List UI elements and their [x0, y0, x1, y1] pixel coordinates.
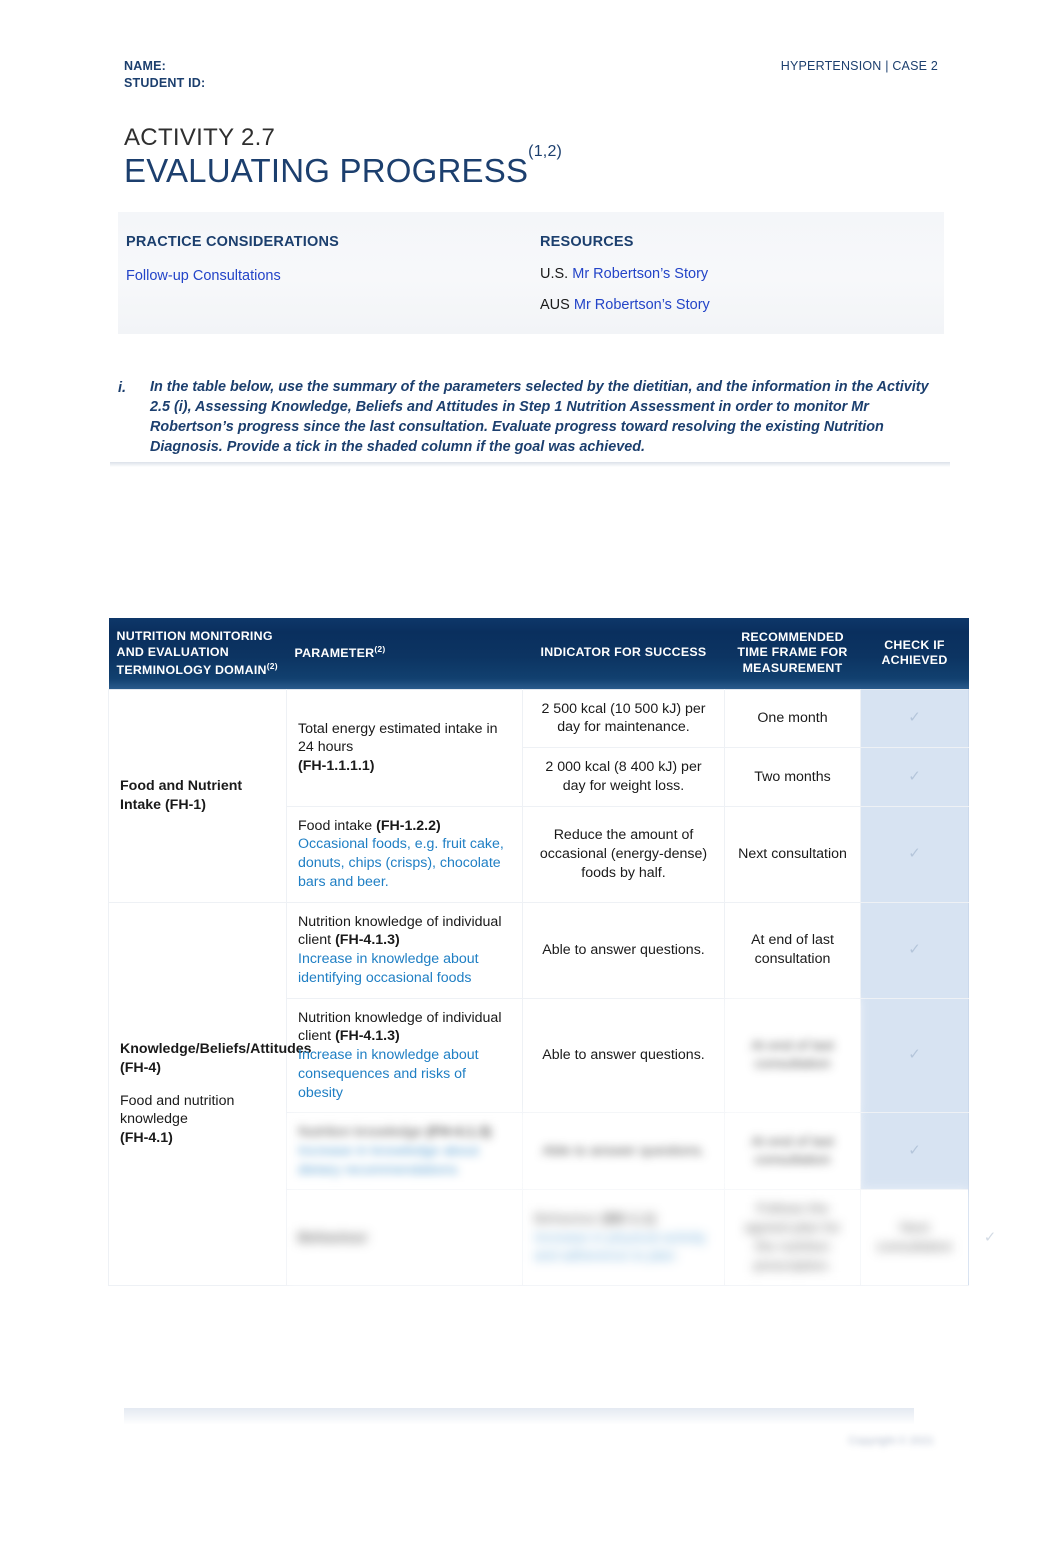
parameter-note: Increase in knowledge about identifying … — [298, 951, 479, 986]
instruction-text: In the table below, use the summary of t… — [150, 379, 929, 455]
check-mark-icon: ✓ — [908, 709, 921, 727]
domain-label-obscured: Behaviour — [298, 1229, 368, 1246]
indicator-cell: Able to answer questions. — [522, 997, 725, 1114]
domain-cell-fh1: Food and Nutrient Intake (FH-1) — [108, 688, 287, 903]
student-id-label: STUDENT ID: — [124, 75, 206, 90]
parameter-note: Increase in knowledge about dietary reco… — [298, 1142, 479, 1178]
resource-link-aus[interactable]: Mr Robertson’s Story — [574, 297, 710, 313]
check-mark-icon: ✓ — [908, 767, 921, 785]
parameter-note: Occasional foods, e.g. fruit cake, donut… — [298, 836, 504, 890]
evaluating-progress-table: NUTRITION MONITORING AND EVALUATION TERM… — [108, 618, 996, 1287]
student-identity-block: NAME: STUDENT ID: — [124, 58, 205, 92]
check-mark-icon: ✓ — [908, 1142, 921, 1160]
table-body: Food and Nutrient Intake (FH-1) Total en… — [108, 688, 996, 1287]
domain-label-fh4: Knowledge/Beliefs/Attitudes (FH-4) — [120, 1041, 312, 1076]
indicator-cell: Able to answer questions. — [522, 901, 725, 999]
check-mark-icon: ✓ — [908, 941, 921, 959]
table-row: Food and Nutrient Intake (FH-1) Total en… — [108, 688, 969, 903]
page-title-text: EVALUATING PROGRESS — [124, 152, 529, 189]
page-header: NAME: STUDENT ID: HYPERTENSION | CASE 2 — [124, 58, 938, 92]
column-header-parameter: PARAMETER(2) — [286, 618, 523, 690]
parameter-code: (FH-1.2.2) — [376, 817, 441, 834]
resource-region-us: U.S. — [540, 266, 569, 282]
check-if-achieved-cell[interactable]: ✓ — [860, 688, 969, 749]
check-mark-icon: ✓ — [983, 1228, 997, 1246]
parameter-cell-knowledge-obesity-risks: Nutrition knowledge of individual client… — [286, 997, 523, 1114]
activity-number: ACTIVITY 2.7 — [124, 124, 276, 151]
column-header-parameter-text: PARAMETER — [294, 646, 375, 661]
column-header-domain: NUTRITION MONITORING AND EVALUATION TERM… — [108, 618, 287, 690]
timeframe-cell: One month — [724, 688, 861, 749]
resource-region-aus: AUS — [540, 297, 570, 314]
indicator-cell: 2 500 kcal (10 500 kJ) per day for maint… — [522, 688, 725, 749]
indicator-cell: Reduce the amount of occasional (energy-… — [522, 805, 725, 903]
column-header-indicator: INDICATOR FOR SUCCESS — [522, 618, 725, 690]
parameter-note: Increase in knowledge about consequences… — [298, 1047, 479, 1101]
parameter-text: Total energy estimated intake in 24 hour… — [298, 720, 498, 756]
info-band: PRACTICE CONSIDERATIONS Follow-up Consul… — [118, 212, 944, 334]
timeframe-cell: Two months — [724, 747, 861, 807]
parameter-cell-obscured-2: Behaviour (BE-1.1) Increase in physical … — [522, 1189, 725, 1287]
resource-link-us[interactable]: Mr Robertson’s Story — [572, 266, 708, 282]
instruction-divider — [110, 462, 950, 467]
indicator-cell: 2 000 kcal (8 400 kJ) per day for weight… — [522, 747, 725, 807]
table-header-row: NUTRITION MONITORING AND EVALUATION TERM… — [108, 618, 969, 690]
parameter-cell-knowledge-occasional-foods: Nutrition knowledge of individual client… — [286, 901, 523, 999]
parameter-code: (BE-1.1) — [601, 1210, 656, 1227]
case-breadcrumb: HYPERTENSION | CASE 2 — [780, 59, 938, 73]
table-row: Knowledge/Beliefs/Attitudes (FH-4) Food … — [108, 901, 969, 1287]
check-if-achieved-cell[interactable]: ✓ — [860, 901, 969, 999]
parameter-text: Behaviour — [534, 1210, 602, 1227]
timeframe-cell: Next consultation — [860, 1189, 969, 1287]
column-header-parameter-sup: (2) — [374, 644, 386, 655]
practice-considerations-heading: PRACTICE CONSIDERATIONS — [126, 234, 339, 250]
footer-note: Copyright © 2021 — [848, 1435, 934, 1447]
column-header-domain-text: NUTRITION MONITORING AND EVALUATION TERM… — [116, 629, 273, 677]
check-mark-icon: ✓ — [908, 1046, 921, 1064]
timeframe-cell: At end of last consultation — [724, 1112, 861, 1191]
column-header-domain-sup: (2) — [266, 660, 278, 671]
check-if-achieved-cell[interactable]: ✓ — [860, 997, 969, 1114]
parameter-code: (FH-4.1.3) — [335, 932, 400, 949]
resources-column: RESOURCES U.S. Mr Robertson’s Story AUS … — [540, 234, 930, 329]
instruction-marker: i. — [118, 380, 127, 396]
column-header-check: CHECK IF ACHIEVED — [860, 618, 969, 690]
indicator-cell: Able to answer questions. — [522, 1112, 725, 1191]
resources-heading: RESOURCES — [540, 234, 634, 250]
parameter-cell-energy-intake: Total energy estimated intake in 24 hour… — [286, 688, 523, 807]
parameter-code: (FH-1.1.1.1) — [298, 758, 375, 775]
timeframe-cell: At end of last consultation — [724, 901, 861, 999]
timeframe-cell: Next consultation — [724, 805, 861, 903]
parameter-code: (FH-4.1.3) — [426, 1124, 492, 1141]
resource-row-aus: AUS Mr Robertson’s Story — [540, 297, 930, 314]
domain-cell-obscured: Behaviour — [286, 1189, 523, 1287]
instruction-block: i. In the table below, use the summary o… — [118, 378, 944, 458]
indicator-cell: Follows the agreed plan for the nutritio… — [724, 1189, 861, 1287]
parameter-note: Increase in physical activity and adhere… — [534, 1229, 706, 1265]
parameter-code: (FH-4.1.3) — [335, 1028, 400, 1045]
footer-divider — [124, 1408, 914, 1424]
parameter-text: Food intake — [298, 817, 377, 834]
domain-sublabel-text: Food and nutrition knowledge — [120, 1092, 235, 1128]
domain-sublabel-fh41: Food and nutrition knowledge (FH-4.1) — [120, 1092, 275, 1148]
timeframe-cell: At end of last consultation — [724, 997, 861, 1114]
follow-up-consultations-link[interactable]: Follow-up Consultations — [126, 268, 281, 284]
domain-label-fh1: Food and Nutrient Intake (FH-1) — [120, 777, 243, 813]
check-if-achieved-cell[interactable]: ✓ — [860, 747, 969, 807]
column-header-timeframe: RECOMMENDED TIME FRAME FOR MEASUREMENT — [724, 618, 861, 690]
parameter-cell-food-intake: Food intake (FH-1.2.2) Occasional foods,… — [286, 805, 523, 903]
parameter-text: Nutrition knowledge — [298, 1124, 427, 1141]
parameter-cell-obscured-1: Nutrition knowledge (FH-4.1.3) Increase … — [286, 1112, 523, 1191]
check-if-achieved-cell[interactable]: ✓ — [860, 1112, 969, 1191]
resource-row-us: U.S. Mr Robertson’s Story — [540, 266, 930, 283]
check-mark-icon: ✓ — [908, 845, 921, 863]
practice-considerations-column: PRACTICE CONSIDERATIONS Follow-up Consul… — [126, 234, 526, 287]
check-if-achieved-cell[interactable]: ✓ — [860, 805, 969, 903]
page-title-superscript: (1,2) — [528, 143, 563, 161]
page-title: EVALUATING PROGRESS(1,2) — [124, 143, 562, 190]
domain-sublabel-code: (FH-4.1) — [120, 1130, 173, 1147]
name-label: NAME: — [124, 59, 166, 73]
domain-cell-fh4: Knowledge/Beliefs/Attitudes (FH-4) Food … — [108, 901, 312, 1287]
